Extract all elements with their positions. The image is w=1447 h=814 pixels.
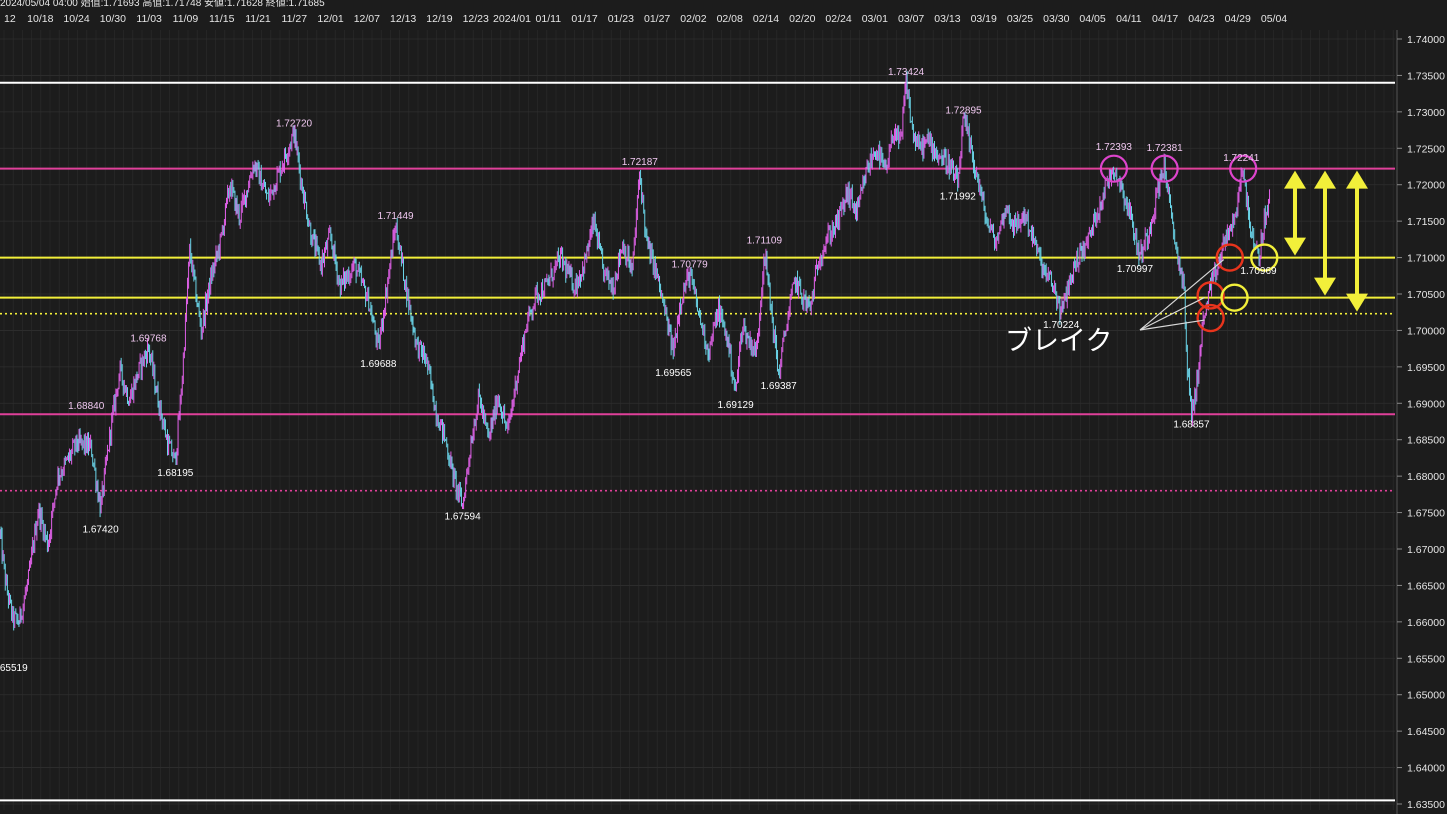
y-tick-label: 1.71500 <box>1407 216 1445 228</box>
price-label: 1.72241 <box>1223 153 1260 164</box>
price-label: 1.72895 <box>945 106 982 117</box>
price-label: 1.69129 <box>717 400 754 411</box>
y-tick-label: 1.68000 <box>1407 471 1445 483</box>
y-tick-label: 1.71000 <box>1407 253 1445 265</box>
y-tick-label: 1.64500 <box>1407 726 1445 738</box>
x-date-label: 03/30 <box>1043 13 1069 25</box>
x-date-label: 02/24 <box>825 13 851 25</box>
price-chart: ブレイク 1.655191.674201.688401.681951.69768… <box>0 0 1447 814</box>
x-date-label: 2024/01 <box>493 13 531 25</box>
price-label: 1.68195 <box>157 468 194 479</box>
price-label: 1.71449 <box>377 211 414 222</box>
x-date-label: 03/19 <box>971 13 997 25</box>
chart-header-info: 2024/05/04 04:00 始值:1.71693 高值:1.71748 安… <box>0 0 325 9</box>
x-date-label: 02/02 <box>680 13 706 25</box>
price-label: 1.72720 <box>276 118 313 129</box>
y-tick-label: 1.66500 <box>1407 580 1445 592</box>
price-label: 1.72187 <box>622 157 659 168</box>
y-tick-label: 1.67500 <box>1407 508 1445 520</box>
y-tick-label: 1.65000 <box>1407 690 1445 702</box>
y-tick-label: 1.64000 <box>1407 763 1445 775</box>
x-date-label: 10/18 <box>27 13 53 25</box>
x-date-label: 10/30 <box>100 13 126 25</box>
price-label: 1.65519 <box>0 663 28 674</box>
price-label: 1.69387 <box>761 381 798 392</box>
price-label: 1.67594 <box>445 512 482 523</box>
x-date-label: 04/17 <box>1152 13 1178 25</box>
price-label: 1.73424 <box>888 67 925 78</box>
y-tick-label: 1.69500 <box>1407 362 1445 374</box>
x-date-label: 01/11 <box>536 13 562 25</box>
x-date-label: 04/05 <box>1079 13 1105 25</box>
chart-container: ブレイク 1.655191.674201.688401.681951.69768… <box>0 0 1447 814</box>
y-tick-label: 1.65500 <box>1407 653 1445 665</box>
price-label: 1.69688 <box>360 359 397 370</box>
price-label: 1.69768 <box>130 333 167 344</box>
price-label: 1.67420 <box>82 524 119 535</box>
y-tick-label: 1.70500 <box>1407 289 1445 301</box>
y-tick-label: 1.73000 <box>1407 107 1445 119</box>
y-tick-label: 1.63500 <box>1407 799 1445 811</box>
y-tick-label: 1.68500 <box>1407 435 1445 447</box>
x-date-label: 04/23 <box>1188 13 1214 25</box>
x-date-label: 03/25 <box>1007 13 1033 25</box>
x-date-label: 11/27 <box>282 13 308 25</box>
x-date-label: 12/07 <box>354 13 380 25</box>
x-date-label: 11/03 <box>136 13 162 25</box>
x-date-label: 12/13 <box>390 13 416 25</box>
x-date-label: 10/24 <box>63 13 89 25</box>
x-date-label: 11/21 <box>245 13 271 25</box>
price-label: 1.70779 <box>672 260 709 271</box>
x-date-label: 12/19 <box>426 13 452 25</box>
x-date-label: 12 <box>4 13 16 25</box>
y-tick-label: 1.67000 <box>1407 544 1445 556</box>
y-tick-label: 1.70000 <box>1407 325 1445 337</box>
price-label: 1.70969 <box>1240 266 1277 277</box>
x-date-label: 05/04 <box>1261 13 1287 25</box>
price-label: 1.68857 <box>1173 420 1210 431</box>
price-label: 1.72393 <box>1096 142 1133 153</box>
x-date-label: 02/20 <box>789 13 815 25</box>
x-date-label: 03/01 <box>862 13 888 25</box>
y-tick-label: 1.72000 <box>1407 180 1445 192</box>
y-tick-label: 1.73500 <box>1407 70 1445 82</box>
price-label: 1.72381 <box>1147 143 1184 154</box>
price-label: 1.70997 <box>1117 264 1154 275</box>
price-label: 1.71992 <box>940 191 977 202</box>
x-date-label: 11/09 <box>173 13 199 25</box>
x-date-label: 04/29 <box>1225 13 1251 25</box>
x-date-label: 12/23 <box>463 13 489 25</box>
price-label: 1.71109 <box>747 236 783 247</box>
x-date-label: 02/08 <box>717 13 743 25</box>
price-label: 1.69565 <box>655 368 692 379</box>
x-date-label: 01/23 <box>608 13 634 25</box>
y-tick-label: 1.66000 <box>1407 617 1445 629</box>
price-label: 1.70224 <box>1043 320 1080 331</box>
x-date-label: 01/27 <box>644 13 670 25</box>
x-date-label: 12/01 <box>317 13 343 25</box>
y-tick-label: 1.69000 <box>1407 398 1445 410</box>
x-date-label: 04/11 <box>1116 13 1142 25</box>
x-date-label: 03/07 <box>898 13 924 25</box>
x-date-label: 02/14 <box>753 13 779 25</box>
x-date-label: 01/17 <box>571 13 597 25</box>
x-date-label: 11/15 <box>209 13 235 25</box>
y-tick-label: 1.74000 <box>1407 34 1445 46</box>
x-date-label: 03/13 <box>934 13 960 25</box>
y-tick-label: 1.72500 <box>1407 143 1445 155</box>
price-label: 1.68840 <box>68 401 105 412</box>
